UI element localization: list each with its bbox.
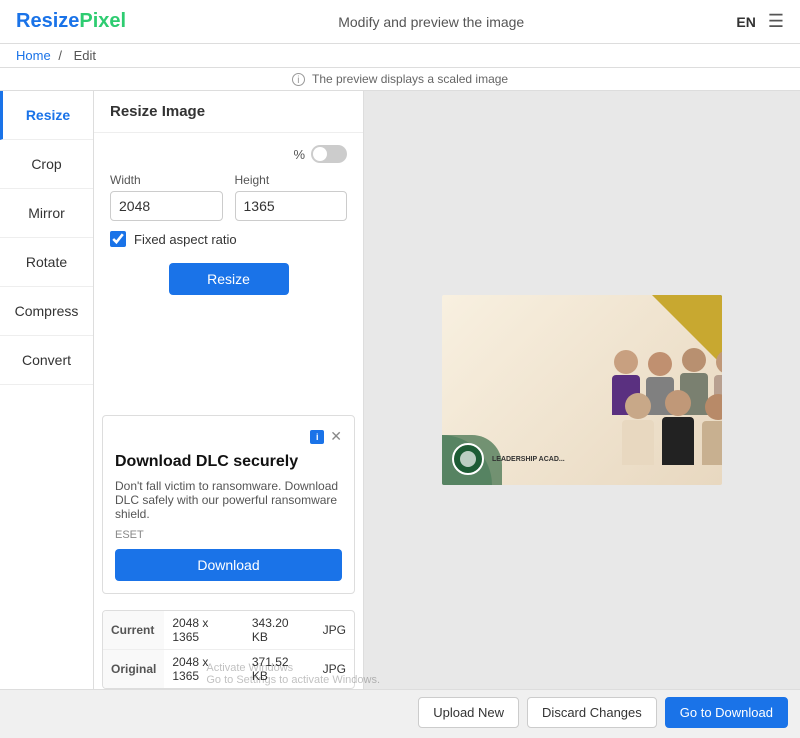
logo-part2: Pixel xyxy=(79,10,126,32)
sidebar-item-convert[interactable]: Convert xyxy=(0,336,93,385)
width-input[interactable] xyxy=(110,191,223,221)
language-selector[interactable]: EN xyxy=(736,14,755,30)
footer: Activate WindowsGo to Settings to activa… xyxy=(0,689,800,735)
ad-panel: i ✕ Download DLC securely Don't fall vic… xyxy=(102,415,355,594)
ad-close-icon[interactable]: ✕ xyxy=(330,428,342,445)
breadcrumb: Home / Edit xyxy=(0,44,800,68)
header-right: EN ☰ xyxy=(736,11,784,32)
upload-new-button[interactable]: Upload New xyxy=(418,697,519,728)
panel-title: Resize Image xyxy=(94,91,363,133)
percent-row: % xyxy=(110,145,347,163)
head-6 xyxy=(625,393,651,419)
current-dims: 2048 x 1365 xyxy=(164,611,244,650)
preview-image: LEADERSHIP ACAD... xyxy=(442,295,722,485)
header-title: Modify and preview the image xyxy=(338,14,524,30)
width-label: Width xyxy=(110,173,223,187)
body-7 xyxy=(662,417,694,465)
ad-top: i ✕ xyxy=(115,428,342,445)
sidebar-item-rotate[interactable]: Rotate xyxy=(0,238,93,287)
ad-body: Don't fall victim to ransomware. Downloa… xyxy=(115,479,342,521)
percent-toggle[interactable] xyxy=(311,145,347,163)
resize-button[interactable]: Resize xyxy=(169,263,289,295)
table-row-current: Current 2048 x 1365 343.20 KB JPG xyxy=(103,611,354,650)
preview-notice-text: The preview displays a scaled image xyxy=(312,72,508,86)
ad-download-button[interactable]: Download xyxy=(115,549,342,581)
logo-part1: Resize xyxy=(16,10,79,32)
side-panel: Resize Image % Width Height xyxy=(94,91,364,689)
info-icon: i xyxy=(292,73,305,86)
original-format: JPG xyxy=(315,650,354,689)
preview-area: LEADERSHIP ACAD... xyxy=(364,91,800,689)
current-label: Current xyxy=(103,611,164,650)
main-layout: Resize Crop Mirror Rotate Compress Conve… xyxy=(0,91,800,689)
breadcrumb-current: Edit xyxy=(74,48,96,63)
original-dims: 2048 x 1365 xyxy=(164,650,244,689)
current-size: 343.20 KB xyxy=(244,611,315,650)
body-8 xyxy=(702,421,722,465)
original-size: 371.52 KB xyxy=(244,650,315,689)
discard-changes-button[interactable]: Discard Changes xyxy=(527,697,657,728)
head-3 xyxy=(682,348,706,372)
front-row xyxy=(622,390,722,465)
person-8 xyxy=(702,394,722,465)
go-to-download-button[interactable]: Go to Download xyxy=(665,697,788,728)
panel-content: % Width Height Fixed aspect ratio xyxy=(94,133,363,399)
fixed-aspect-label: Fixed aspect ratio xyxy=(134,232,237,247)
sidebar-item-crop[interactable]: Crop xyxy=(0,140,93,189)
head-4 xyxy=(716,350,722,374)
ad-brand: ESET xyxy=(115,529,342,541)
sidebar-item-compress[interactable]: Compress xyxy=(0,287,93,336)
person-6 xyxy=(622,393,654,465)
person-7 xyxy=(662,390,694,465)
height-input[interactable] xyxy=(235,191,348,221)
ad-title: Download DLC securely xyxy=(115,453,342,471)
head-8 xyxy=(705,394,722,420)
current-format: JPG xyxy=(315,611,354,650)
header: ResizePixel Modify and preview the image… xyxy=(0,0,800,44)
fixed-aspect-row: Fixed aspect ratio xyxy=(110,231,347,247)
badge-inner xyxy=(460,451,476,467)
table-row-original: Original 2048 x 1365 371.52 KB JPG xyxy=(103,650,354,689)
width-field: Width xyxy=(110,173,223,221)
badge-icon xyxy=(452,443,484,475)
logo: ResizePixel xyxy=(16,10,126,33)
preview-image-container: LEADERSHIP ACAD... xyxy=(442,295,722,485)
sidebar-item-resize[interactable]: Resize xyxy=(0,91,93,140)
head-7 xyxy=(665,390,691,416)
head-1 xyxy=(614,350,638,374)
height-field: Height xyxy=(235,173,348,221)
dimension-row: Width Height xyxy=(110,173,347,221)
body-6 xyxy=(622,420,654,465)
breadcrumb-separator: / xyxy=(58,48,62,63)
image-info-table: Current 2048 x 1365 343.20 KB JPG Origin… xyxy=(103,611,354,688)
fixed-aspect-checkbox[interactable] xyxy=(110,231,126,247)
preview-notice: i The preview displays a scaled image xyxy=(0,68,800,91)
sidebar-item-mirror[interactable]: Mirror xyxy=(0,189,93,238)
breadcrumb-home[interactable]: Home xyxy=(16,48,51,63)
ad-badge: i xyxy=(310,430,324,444)
head-2 xyxy=(648,352,672,376)
info-table: Current 2048 x 1365 343.20 KB JPG Origin… xyxy=(102,610,355,689)
original-label: Original xyxy=(103,650,164,689)
photo-text: LEADERSHIP ACAD... xyxy=(492,456,565,463)
hamburger-icon[interactable]: ☰ xyxy=(768,11,784,32)
sidebar: Resize Crop Mirror Rotate Compress Conve… xyxy=(0,91,94,689)
height-label: Height xyxy=(235,173,348,187)
percent-label: % xyxy=(293,147,305,162)
